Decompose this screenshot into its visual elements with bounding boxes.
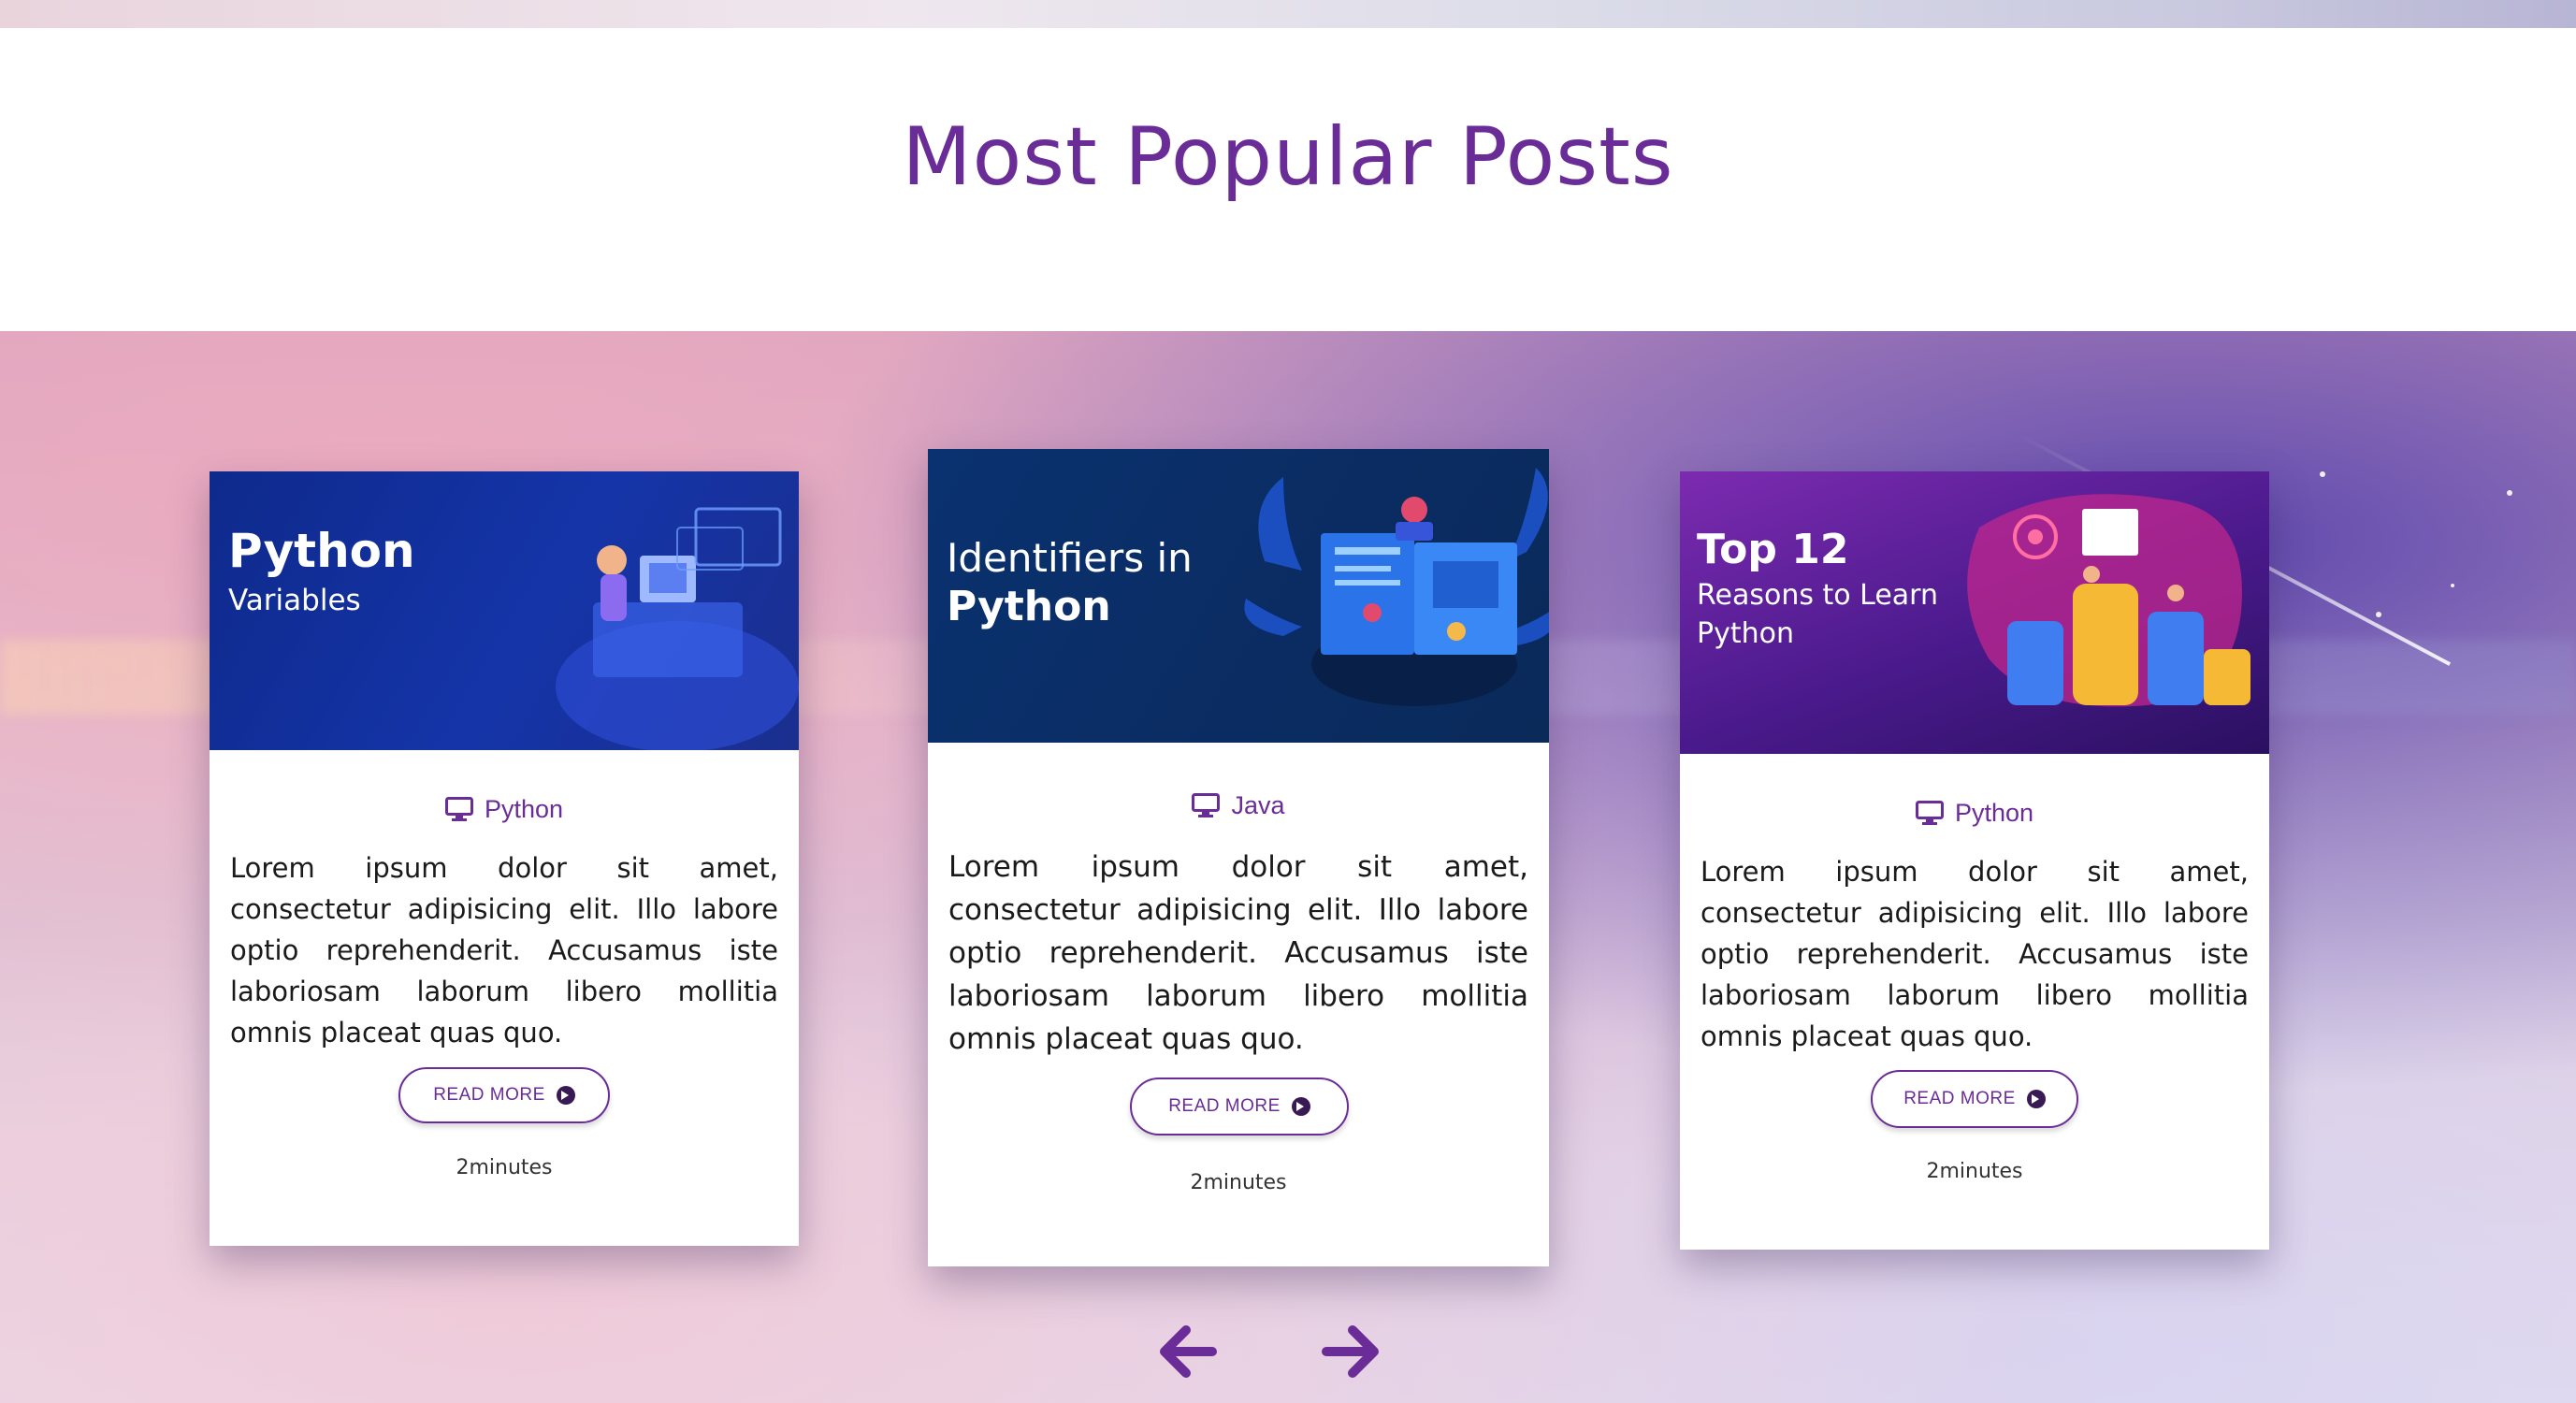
read-time: 2minutes xyxy=(1190,1171,1287,1194)
post-category[interactable]: Java xyxy=(928,791,1549,820)
arrow-circle-right-icon xyxy=(556,1086,575,1105)
banner-title-line: Python xyxy=(228,524,415,578)
banner-title: Top 12 Reasons to Learn Python xyxy=(1697,526,1938,650)
star xyxy=(2320,471,2325,477)
banner-title-line: Identifiers in xyxy=(947,535,1193,581)
category-label: Python xyxy=(1954,799,2034,827)
background-strip xyxy=(0,0,2576,28)
read-more-button[interactable]: READ MORE xyxy=(398,1067,610,1123)
post-card[interactable]: Top 12 Reasons to Learn Python Python Lo… xyxy=(1680,471,2269,1250)
read-more-label: READ MORE xyxy=(1168,1096,1281,1116)
post-excerpt: Lorem ipsum dolor sit amet, consectetur … xyxy=(1700,856,2249,1052)
post-banner: Python Variables xyxy=(210,471,799,750)
carousel-next-button[interactable] xyxy=(1319,1319,1384,1384)
read-more-label: READ MORE xyxy=(433,1085,545,1105)
read-more-label: READ MORE xyxy=(1903,1089,2016,1108)
category-label: Java xyxy=(1231,791,1285,819)
post-banner: Identifiers in Python xyxy=(928,449,1549,743)
banner-subtitle-line: Reasons to Learn xyxy=(1697,579,1939,612)
star xyxy=(2376,612,2381,617)
post-card[interactable]: Identifiers in Python Java Lorem ipsum d… xyxy=(928,449,1549,1266)
post-excerpt: Lorem ipsum dolor sit amet, consectetur … xyxy=(948,850,1528,1056)
banner-title: Python Variables xyxy=(228,524,415,617)
read-more-button[interactable]: READ MORE xyxy=(1130,1078,1349,1135)
monitor-icon xyxy=(444,797,473,821)
post-category[interactable]: Python xyxy=(210,795,799,824)
read-time: 2minutes xyxy=(456,1156,553,1179)
banner-subtitle-line: Python xyxy=(947,583,1111,630)
post-banner: Top 12 Reasons to Learn Python xyxy=(1680,471,2269,754)
post-excerpt: Lorem ipsum dolor sit amet, consectetur … xyxy=(230,852,778,1049)
star xyxy=(2507,490,2512,496)
star xyxy=(2451,584,2454,587)
arrow-circle-right-icon xyxy=(2026,1090,2046,1108)
monitor-icon xyxy=(1915,801,1944,825)
arrow-right-icon xyxy=(1322,1325,1379,1378)
banner-subtitle-line: Python xyxy=(1697,617,1794,650)
section-header: Most Popular Posts xyxy=(0,28,2576,331)
post-card[interactable]: Python Variables Python Lorem ipsum dolo… xyxy=(210,471,799,1246)
arrow-left-icon xyxy=(1160,1325,1217,1378)
read-more-button[interactable]: READ MORE xyxy=(1871,1070,2078,1128)
read-time: 2minutes xyxy=(1926,1160,2023,1183)
section-title: Most Popular Posts xyxy=(902,110,1674,204)
carousel-prev-button[interactable] xyxy=(1154,1319,1220,1384)
post-category[interactable]: Python xyxy=(1680,799,2269,828)
monitor-icon xyxy=(1192,793,1221,817)
banner-subtitle-line: Variables xyxy=(228,584,361,617)
category-label: Python xyxy=(484,795,564,823)
banner-title-line: Top 12 xyxy=(1697,526,1849,573)
banner-title: Identifiers in Python xyxy=(947,535,1193,630)
arrow-circle-right-icon xyxy=(1291,1097,1310,1116)
